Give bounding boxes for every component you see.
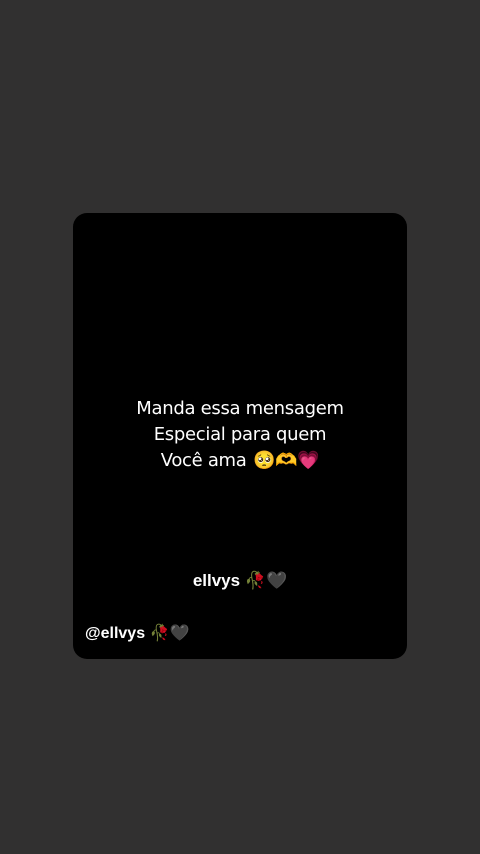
signature-name-text: ellvys xyxy=(192,571,241,590)
message-line-3-text: Você ama xyxy=(160,450,247,471)
username-handle-text: @ellvys xyxy=(85,625,146,642)
message-line-3: Você ama 🥺🫶💗 xyxy=(73,448,407,474)
message-text: Manda essa mensagem Especial para quem V… xyxy=(73,396,407,474)
message-line-2: Especial para quem xyxy=(153,424,327,445)
signature-name: ellvys 🥀🖤 xyxy=(73,569,407,593)
handle-rose-heart-icon: 🥀🖤 xyxy=(149,625,190,642)
emoji-group-icon: 🥺🫶💗 xyxy=(252,450,320,471)
rose-heart-icon: 🥀🖤 xyxy=(244,571,288,590)
story-card: Manda essa mensagem Especial para quem V… xyxy=(73,213,407,659)
message-line-1: Manda essa mensagem xyxy=(136,398,344,419)
username-handle[interactable]: @ellvys 🥀🖤 xyxy=(85,623,189,645)
